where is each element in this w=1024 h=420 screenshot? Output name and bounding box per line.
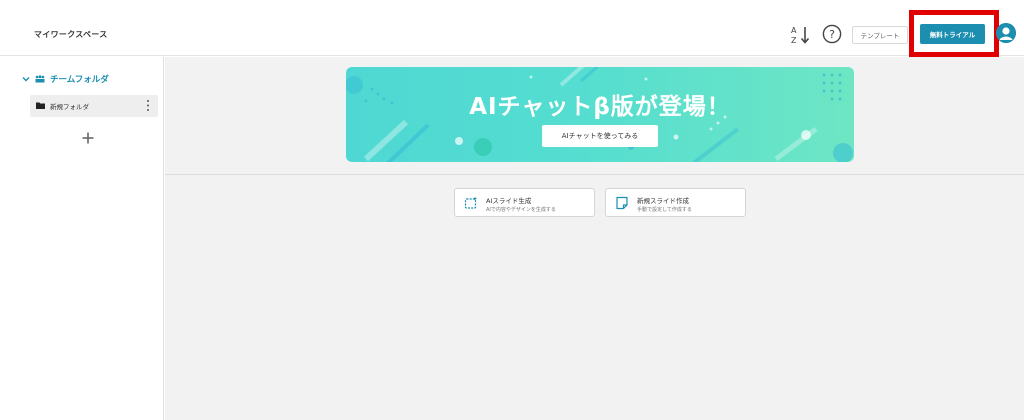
template-button[interactable]: テンプレート	[852, 26, 908, 44]
team-folder-label: チームフォルダ	[50, 75, 109, 85]
banner-area: AIチャットβ版が登場！ AIチャットを使ってみる	[165, 57, 1024, 175]
banner-title: AIチャットβ版が登場！	[469, 94, 731, 120]
chevron-down-icon	[22, 77, 30, 82]
user-avatar[interactable]	[996, 23, 1016, 43]
sort-az-icon[interactable]: A Z	[791, 24, 811, 46]
action-title: AIスライド生成	[486, 197, 532, 205]
create-actions: AIスライド生成 AIで内容やデザインを生成する 新規スライド作成 手動で設定し…	[454, 188, 746, 217]
ai-slide-icon	[464, 196, 477, 209]
sidebar: チームフォルダ 新規フォルダ	[0, 57, 164, 420]
action-title: 新規スライド作成	[637, 197, 689, 205]
folder-icon	[36, 102, 45, 109]
svg-text:A: A	[791, 26, 797, 35]
main-content: AIチャットβ版が登場！ AIチャットを使ってみる AIスライド生成 AIで内容…	[165, 57, 1024, 420]
new-slide-icon	[616, 196, 628, 210]
help-icon[interactable]: ?	[822, 24, 842, 44]
workspace-title: マイワークスペース	[34, 30, 108, 39]
try-ai-chat-button[interactable]: AIチャットを使ってみる	[542, 125, 658, 147]
add-folder-icon[interactable]	[80, 130, 96, 146]
folder-label: 新規フォルダ	[50, 103, 89, 111]
team-folder-toggle[interactable]: チームフォルダ	[22, 73, 109, 85]
action-subtitle: 手動で設定して作成する	[637, 207, 692, 213]
ai-slide-generate-button[interactable]: AIスライド生成 AIで内容やデザインを生成する	[454, 188, 595, 217]
new-slide-button[interactable]: 新規スライド作成 手動で設定して作成する	[605, 188, 746, 217]
svg-text:?: ?	[829, 28, 835, 41]
sidebar-item-folder[interactable]: 新規フォルダ	[30, 95, 158, 117]
more-vert-icon[interactable]	[146, 99, 150, 112]
user-icon	[996, 23, 1016, 43]
ai-chat-banner[interactable]: AIチャットβ版が登場！ AIチャットを使ってみる	[346, 67, 854, 162]
top-bar: マイワークスペース A Z ? テンプレート 無料トライアル	[0, 0, 1024, 57]
action-subtitle: AIで内容やデザインを生成する	[486, 207, 556, 213]
team-icon	[35, 75, 45, 83]
free-trial-button[interactable]: 無料トライアル	[920, 24, 985, 44]
svg-text:Z: Z	[791, 36, 797, 45]
